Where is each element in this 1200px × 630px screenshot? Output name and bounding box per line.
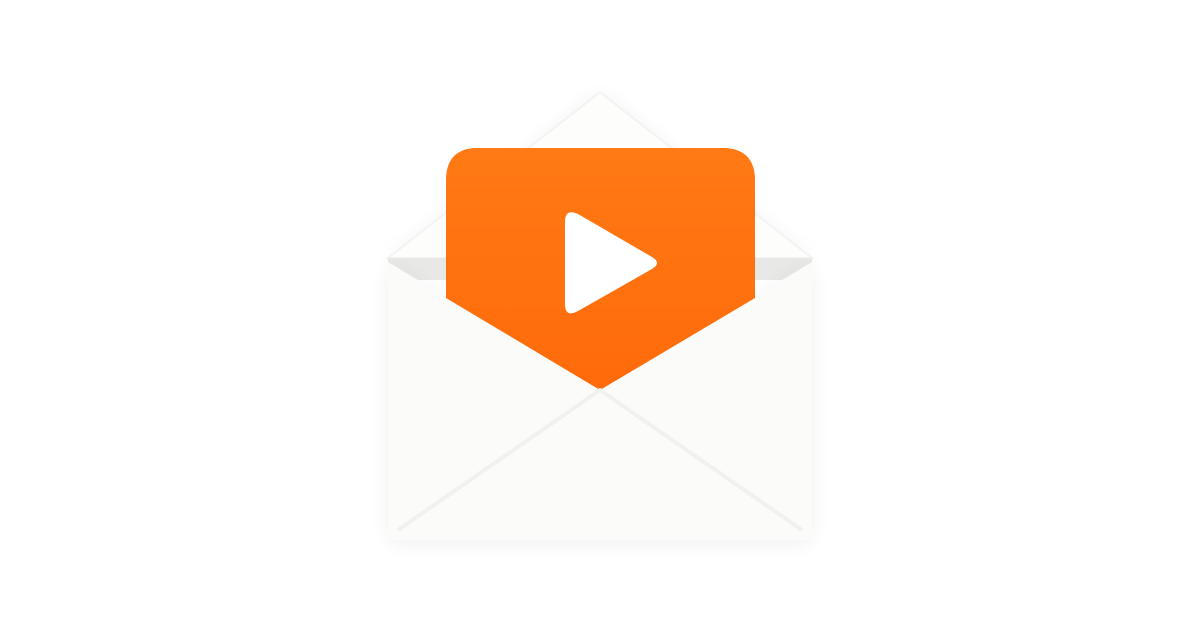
envelope-with-play-button-icon — [385, 90, 815, 540]
canvas — [0, 0, 1200, 630]
